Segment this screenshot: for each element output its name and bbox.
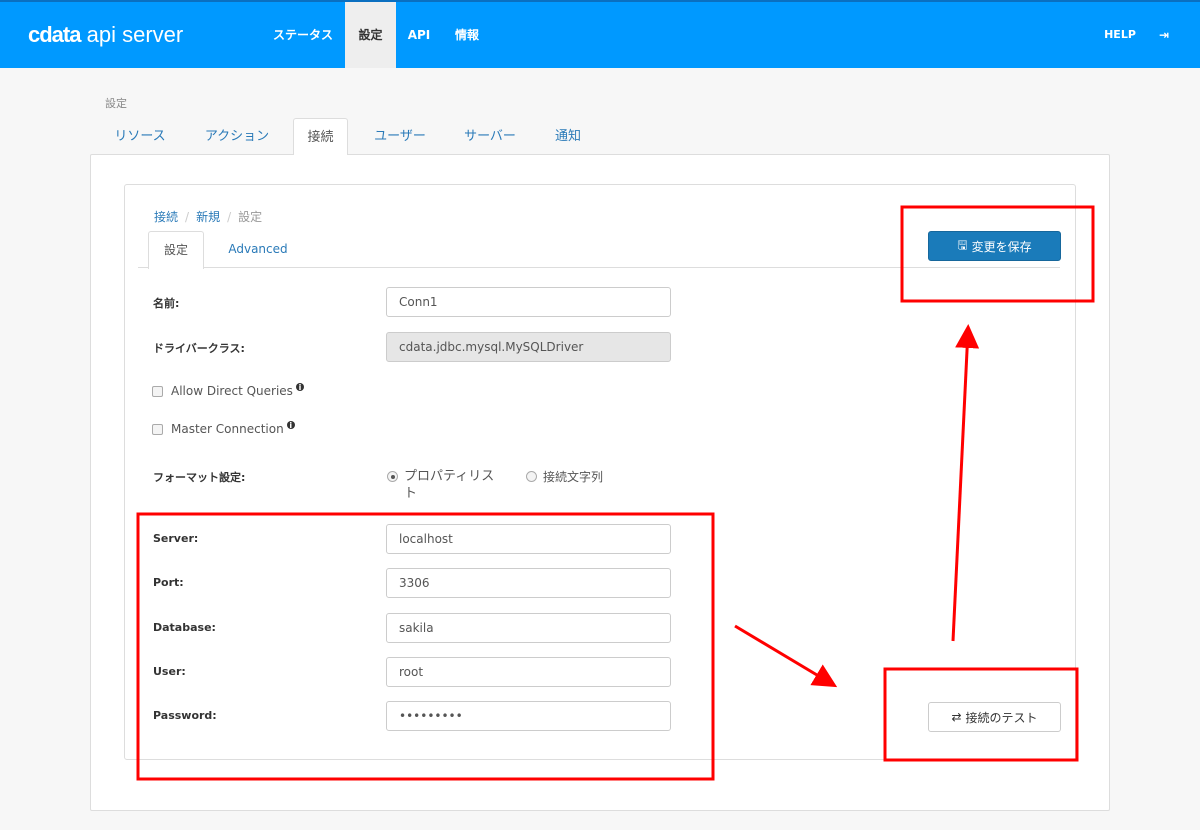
info-icon[interactable]: i — [286, 421, 295, 430]
format-label: フォーマット設定: — [153, 471, 246, 484]
exchange-arrows-icon: ⇄ — [951, 710, 962, 724]
tab-server[interactable]: サーバー — [454, 118, 526, 155]
breadcrumb: 接続 / 新規 / 設定 — [154, 210, 263, 224]
database-label: Database: — [153, 621, 216, 634]
port-input[interactable]: 3306 — [386, 568, 671, 598]
breadcrumb-current: 設定 — [238, 210, 263, 224]
tab-connections[interactable]: 接続 — [293, 118, 348, 155]
master-connection-checkbox[interactable]: Master Connection i — [152, 421, 295, 436]
allow-direct-label: Allow Direct Queries — [171, 384, 293, 398]
subtab-advanced[interactable]: Advanced — [218, 231, 298, 268]
tab-users[interactable]: ユーザー — [364, 118, 436, 155]
tab-resources[interactable]: リソース — [104, 118, 176, 155]
tab-notifications[interactable]: 通知 — [545, 118, 591, 155]
test-connection-button[interactable]: ⇄ 接続のテスト — [928, 702, 1061, 732]
driver-label: ドライバークラス: — [153, 342, 245, 355]
nav-info[interactable]: 情報 — [446, 2, 488, 68]
logout-icon[interactable]: ⇥ — [1152, 2, 1176, 68]
name-input[interactable]: Conn1 — [386, 287, 671, 317]
info-icon[interactable]: i — [295, 383, 304, 392]
page-title: 設定 — [105, 97, 127, 110]
top-header: cdata api server ステータス 設定 API 情報 HELP ⇥ — [0, 0, 1200, 68]
password-input[interactable]: ••••••••• — [386, 701, 671, 731]
tab-actions[interactable]: アクション — [194, 118, 280, 155]
nav-settings[interactable]: 設定 — [345, 2, 396, 68]
server-label: Server: — [153, 532, 199, 545]
name-label: 名前: — [153, 297, 180, 310]
user-input[interactable]: root — [386, 657, 671, 687]
test-label: 接続のテスト — [965, 710, 1038, 725]
nav-api[interactable]: API — [402, 2, 436, 68]
subtab-settings[interactable]: 設定 — [148, 231, 204, 269]
breadcrumb-connections[interactable]: 接続 — [154, 210, 178, 224]
nav-help[interactable]: HELP — [1100, 2, 1140, 68]
database-input[interactable]: sakila — [386, 613, 671, 643]
save-changes-button[interactable]: 🖫 変更を保存 — [928, 231, 1061, 261]
format-property-list-radio[interactable]: プロパティリスト — [387, 468, 507, 502]
format-opt2-label: 接続文字列 — [543, 470, 604, 484]
password-label: Password: — [153, 709, 217, 722]
port-label: Port: — [153, 576, 184, 589]
format-opt1-label: プロパティリスト — [404, 469, 495, 501]
allow-direct-queries-checkbox[interactable]: Allow Direct Queries i — [152, 383, 304, 398]
save-label: 変更を保存 — [971, 239, 1032, 254]
floppy-disk-icon: 🖫 — [957, 237, 968, 252]
breadcrumb-new[interactable]: 新規 — [196, 210, 220, 224]
server-input[interactable]: localhost — [386, 524, 671, 554]
format-connection-string-radio[interactable]: 接続文字列 — [526, 468, 603, 485]
logo[interactable]: cdata api server — [28, 22, 183, 48]
master-connection-label: Master Connection — [171, 422, 284, 436]
user-label: User: — [153, 665, 186, 678]
driver-input: cdata.jdbc.mysql.MySQLDriver — [386, 332, 671, 362]
nav-status[interactable]: ステータス — [262, 2, 344, 68]
